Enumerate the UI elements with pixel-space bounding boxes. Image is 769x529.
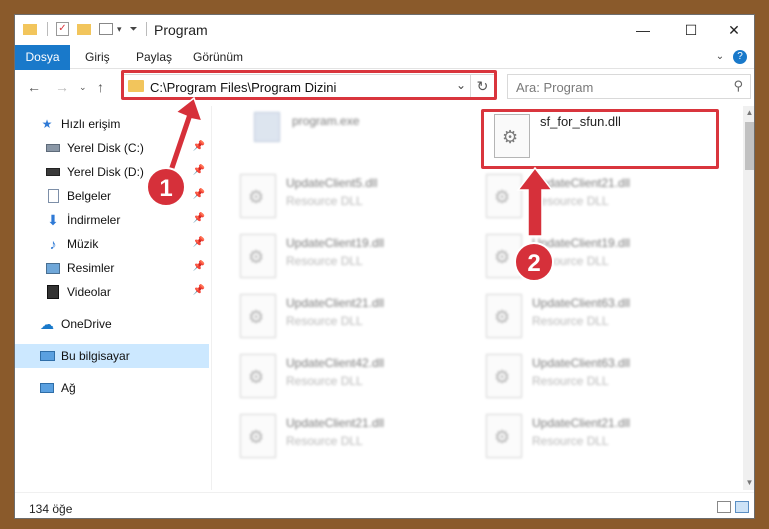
arrow-1 (165, 96, 204, 180)
step-marker-1: 1 (146, 167, 186, 207)
annotation-arrows (165, 96, 554, 237)
arrow-2 (516, 166, 554, 237)
step-marker-2: 2 (514, 242, 554, 282)
